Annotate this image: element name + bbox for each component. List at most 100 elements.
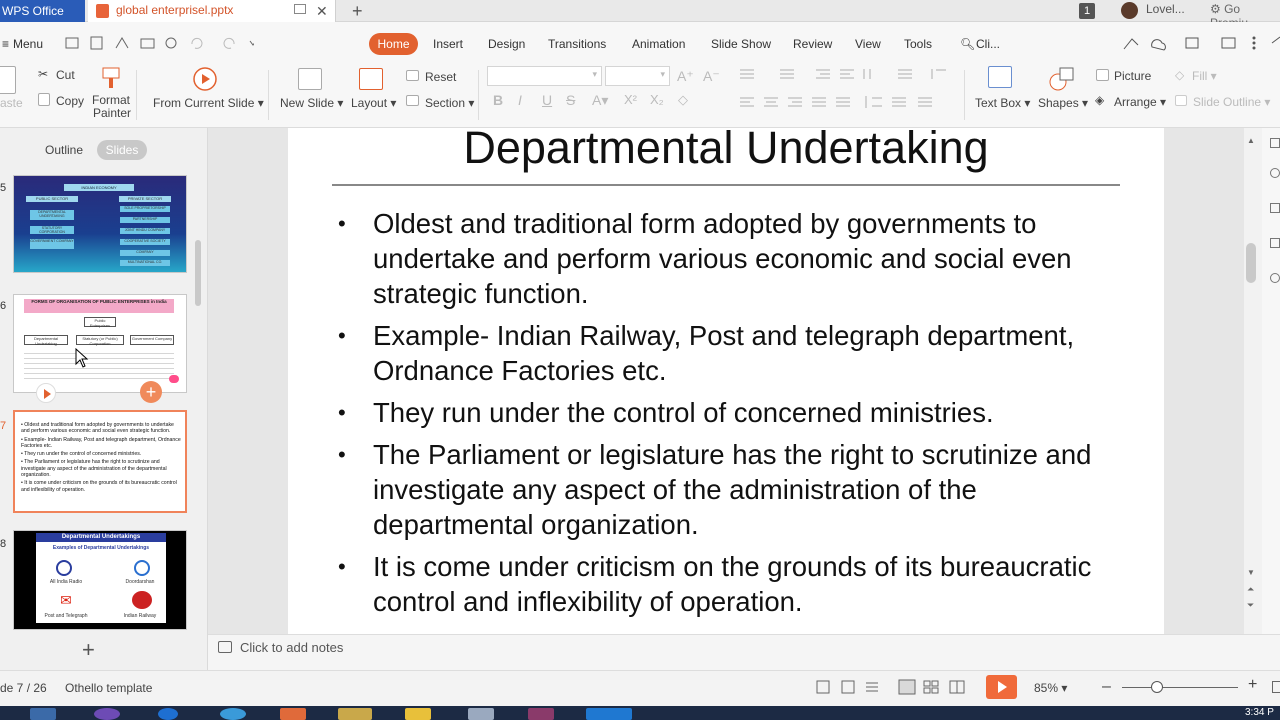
- taskbar-app-icon[interactable]: [586, 708, 632, 720]
- next-slide-icon[interactable]: ⏷: [1247, 600, 1254, 611]
- taskbar-bluetooth-icon[interactable]: [158, 708, 178, 720]
- backup-icon[interactable]: [1270, 238, 1280, 248]
- paste-icon[interactable]: [0, 66, 16, 94]
- slide-show-play-button[interactable]: [986, 675, 1017, 699]
- tab-insert[interactable]: Insert: [433, 37, 463, 51]
- slide-outline-button[interactable]: Slide Outline ▾: [1193, 95, 1270, 109]
- section-icon[interactable]: [406, 95, 419, 106]
- scroll-up-icon[interactable]: ▲: [1247, 136, 1255, 145]
- format-painter-icon[interactable]: [100, 66, 122, 90]
- tab-animation[interactable]: Animation: [632, 37, 685, 51]
- menu-icon[interactable]: ≡: [2, 37, 9, 51]
- subscript-icon[interactable]: X₂: [650, 92, 664, 107]
- tab-home[interactable]: Home: [369, 33, 418, 55]
- slide-thumbnail-6[interactable]: FORMS OF ORGANISATION OF PUBLIC ENTERPRI…: [13, 294, 187, 393]
- avatar[interactable]: [1121, 2, 1138, 19]
- history-icon[interactable]: [1270, 273, 1280, 283]
- new-tab-plus-icon[interactable]: +: [352, 0, 363, 22]
- window-count-badge[interactable]: 1: [1079, 3, 1095, 19]
- scroll-down-icon[interactable]: ▼: [1247, 568, 1255, 577]
- taskbar-clock[interactable]: 3:34 P: [1245, 707, 1274, 718]
- tab-transitions[interactable]: Transitions: [548, 37, 606, 51]
- arrange-icon[interactable]: ◈: [1095, 93, 1104, 107]
- tab-slides[interactable]: Slides: [97, 140, 147, 160]
- template-name[interactable]: Othello template: [65, 681, 152, 695]
- zoom-level[interactable]: 85% ▾: [1034, 681, 1067, 695]
- style-icon[interactable]: [1270, 168, 1280, 178]
- slide-bullet[interactable]: It is come under criticism on the ground…: [338, 549, 1138, 619]
- zoom-slider-handle[interactable]: [1151, 681, 1163, 693]
- font-name-select[interactable]: ▾: [487, 66, 602, 86]
- notes-pane[interactable]: [208, 634, 1280, 670]
- slide-title[interactable]: Departmental Undertaking: [288, 128, 1164, 174]
- editor-vertical-scrollbar[interactable]: [1244, 128, 1262, 634]
- tab-review[interactable]: Review: [793, 37, 832, 51]
- clear-format-icon[interactable]: ◇: [678, 92, 688, 108]
- taskbar-browser-icon[interactable]: [220, 708, 246, 720]
- italic-icon[interactable]: I: [518, 92, 522, 108]
- reset-icon[interactable]: [406, 70, 419, 81]
- tab-outline[interactable]: Outline: [45, 143, 83, 157]
- fill-icon[interactable]: ◇: [1175, 68, 1184, 82]
- shapes-button[interactable]: Shapes ▾: [1038, 96, 1088, 110]
- increase-font-icon[interactable]: A⁺: [677, 68, 694, 85]
- fill-button[interactable]: Fill ▾: [1192, 69, 1217, 83]
- zoom-in-icon[interactable]: +: [1248, 676, 1257, 694]
- editor-scrollbar-thumb[interactable]: [1246, 243, 1256, 283]
- zoom-slider[interactable]: [1122, 687, 1238, 688]
- layout-icon[interactable]: [359, 68, 383, 90]
- fit-window-icon[interactable]: [1272, 681, 1280, 693]
- menu-button[interactable]: Menu: [13, 37, 43, 51]
- slide-editor[interactable]: Departmental Undertaking Oldest and trad…: [288, 128, 1164, 634]
- font-size-select[interactable]: ▾: [605, 66, 670, 86]
- picture-button[interactable]: Picture: [1114, 69, 1151, 83]
- text-box-icon[interactable]: [988, 66, 1012, 88]
- paste-button[interactable]: aste: [0, 96, 23, 110]
- tab-view[interactable]: View: [855, 37, 881, 51]
- from-current-slide-button[interactable]: From Current Slide ▾: [153, 96, 264, 110]
- slide-bullet[interactable]: They run under the control of concerned …: [338, 395, 1138, 430]
- tab-slide-show[interactable]: Slide Show: [711, 37, 771, 51]
- search-command-input[interactable]: Cli...: [976, 37, 1000, 51]
- slide-bullet[interactable]: The Parliament or legislature has the ri…: [338, 437, 1138, 542]
- taskbar-app-icon[interactable]: [468, 708, 494, 720]
- property-icon[interactable]: [1270, 138, 1280, 148]
- superscript-icon[interactable]: X²: [624, 92, 637, 107]
- zoom-out-icon[interactable]: –: [1102, 678, 1111, 696]
- slide-thumbnail-8[interactable]: Departmental Undertakings Examples of De…: [13, 530, 187, 630]
- font-color-icon[interactable]: A▾: [592, 92, 608, 109]
- layout-button[interactable]: Layout ▾: [351, 96, 396, 110]
- slide-outline-icon[interactable]: [1175, 95, 1187, 106]
- bold-icon[interactable]: B: [493, 92, 503, 108]
- slide-bullet[interactable]: Oldest and traditional form adopted by g…: [338, 206, 1138, 311]
- text-box-button[interactable]: Text Box ▾: [975, 96, 1030, 110]
- close-icon[interactable]: ✕: [316, 0, 328, 22]
- taskbar-app-icon[interactable]: [405, 708, 431, 720]
- taskbar-app-icon[interactable]: [528, 708, 554, 720]
- new-slide-icon[interactable]: [298, 68, 322, 90]
- animation-icon[interactable]: [1270, 203, 1280, 213]
- copy-button[interactable]: Copy: [56, 94, 84, 108]
- new-slide-plus-icon[interactable]: +: [82, 639, 95, 661]
- format-painter-label-2[interactable]: Painter: [93, 106, 131, 120]
- notes-placeholder[interactable]: Click to add notes: [240, 640, 343, 655]
- document-tab[interactable]: global enterprisel.pptx ✕: [88, 0, 336, 22]
- taskbar-wps-icon[interactable]: [280, 708, 306, 720]
- previous-slide-icon[interactable]: ⏶: [1247, 584, 1254, 595]
- play-from-current-icon[interactable]: [192, 66, 218, 92]
- slide-thumbnail-7-selected[interactable]: • Oldest and traditional form adopted by…: [13, 410, 187, 513]
- new-slide-button[interactable]: New Slide ▾: [280, 96, 343, 110]
- tab-tools[interactable]: Tools: [904, 37, 932, 51]
- slide-body[interactable]: Oldest and traditional form adopted by g…: [338, 206, 1138, 626]
- shapes-icon[interactable]: [1046, 66, 1076, 92]
- cut-button[interactable]: Cut: [56, 68, 75, 82]
- taskbar-app-icon[interactable]: [94, 708, 120, 720]
- reset-button[interactable]: Reset: [425, 70, 456, 84]
- monitor-icon[interactable]: [294, 4, 306, 14]
- app-tab-wps[interactable]: WPS Office: [0, 0, 85, 22]
- slide-thumbnail-5[interactable]: INDIAN ECONOMY PUBLIC SECTOR PRIVATE SEC…: [13, 175, 187, 273]
- slide-bullet[interactable]: Example- Indian Railway, Post and telegr…: [338, 318, 1138, 388]
- play-slide-button[interactable]: [36, 383, 56, 403]
- tab-design[interactable]: Design: [488, 37, 525, 51]
- slides-panel-scrollbar[interactable]: [195, 240, 201, 306]
